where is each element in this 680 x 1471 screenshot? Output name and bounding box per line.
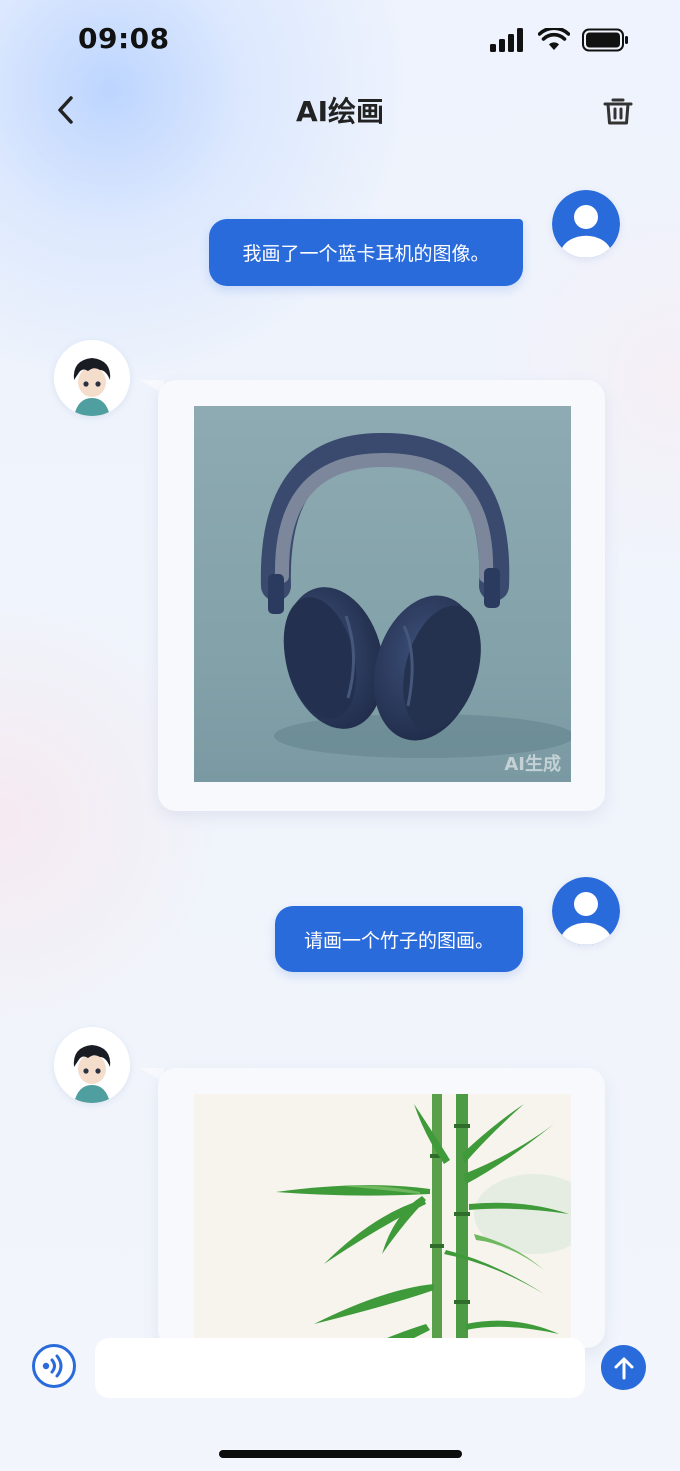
home-indicator <box>219 1450 462 1458</box>
bamboo-image <box>194 1094 571 1348</box>
user-message-bubble: 我画了一个蓝卡耳机的图像。 <box>209 219 523 286</box>
voice-button[interactable] <box>32 1344 76 1388</box>
bot-avatar-icon <box>54 340 130 416</box>
avatar[interactable] <box>54 1027 130 1103</box>
message-input[interactable] <box>95 1338 585 1398</box>
avatar[interactable] <box>54 340 130 416</box>
header: AI绘画 <box>0 80 680 140</box>
status-icons <box>490 26 630 56</box>
wifi-icon <box>537 26 571 56</box>
bot-message-card: AI生成 <box>158 380 605 811</box>
user-avatar-icon <box>552 877 620 945</box>
voice-wave-icon <box>42 1354 63 1378</box>
generated-image[interactable]: AI生成 <box>194 406 571 782</box>
bot-message-card <box>158 1068 605 1348</box>
delete-button[interactable] <box>600 92 636 130</box>
trash-icon <box>603 98 633 125</box>
status-bar: 09:08 <box>0 0 680 80</box>
generated-image[interactable] <box>194 1094 571 1348</box>
user-message-text: 请画一个竹子的图画。 <box>303 929 494 952</box>
battery-icon <box>582 28 630 56</box>
send-button[interactable] <box>601 1345 646 1390</box>
input-bar <box>0 1330 680 1420</box>
status-time: 09:08 <box>78 22 170 55</box>
user-message-bubble: 请画一个竹子的图画。 <box>275 906 523 972</box>
bot-avatar-icon <box>54 1027 130 1103</box>
page-title: AI绘画 <box>295 95 385 128</box>
headphones-image <box>194 406 571 782</box>
user-avatar-icon <box>552 190 620 258</box>
user-message-text: 我画了一个蓝卡耳机的图像。 <box>242 243 490 265</box>
avatar[interactable] <box>552 877 620 945</box>
ai-watermark: AI生成 <box>504 754 561 775</box>
arrow-up-icon <box>614 1357 633 1379</box>
cellular-signal-icon <box>490 28 526 56</box>
avatar[interactable] <box>552 190 620 258</box>
